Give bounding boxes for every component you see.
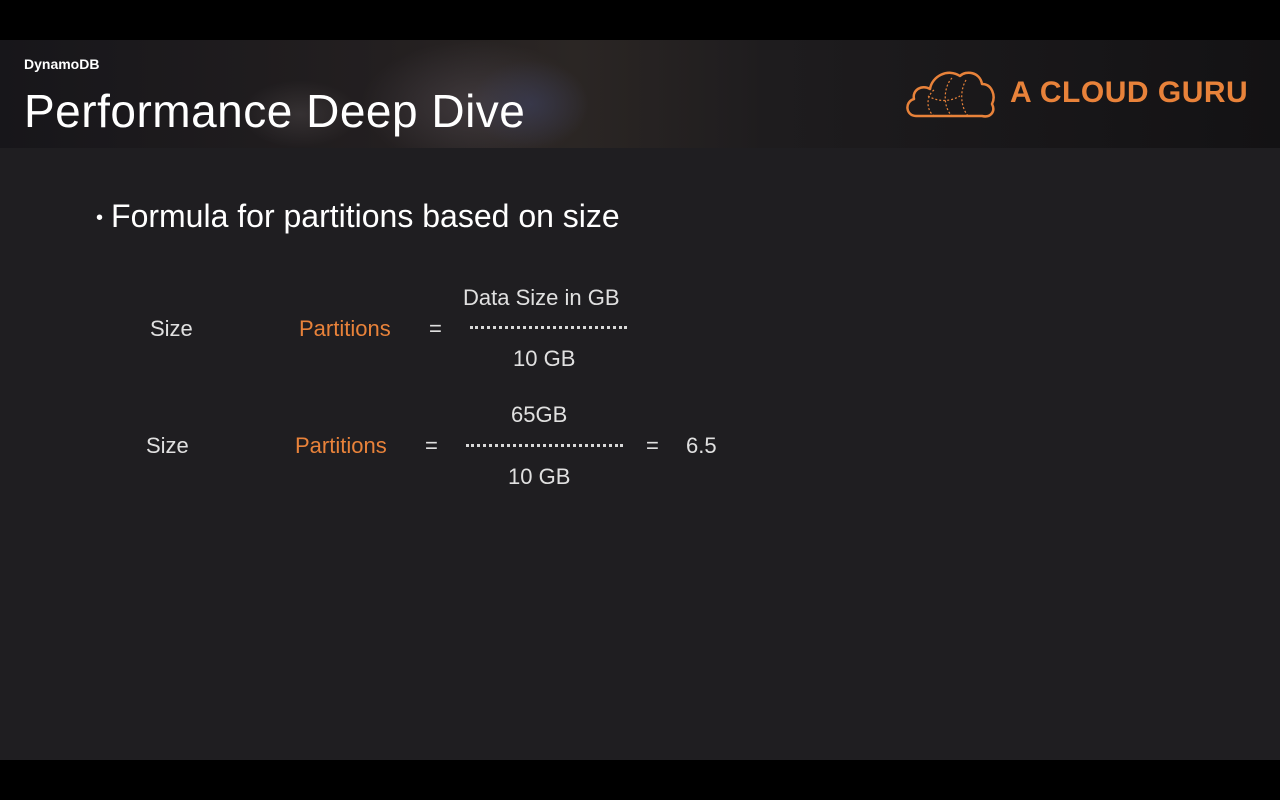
letterbox-bottom (0, 760, 1280, 800)
slide-header: DynamoDB Performance Deep Dive A CLOUD G… (0, 40, 1280, 148)
slide-subtitle: DynamoDB (24, 56, 100, 72)
slide: DynamoDB Performance Deep Dive A CLOUD G… (0, 40, 1280, 760)
formula2-result: 6.5 (686, 433, 717, 458)
bullet-dot: • (96, 207, 104, 230)
formula1-fraction-line (470, 326, 627, 329)
formula1-numerator: Data Size in GB (463, 285, 620, 310)
formula2-numerator: 65GB (511, 402, 568, 427)
cloud-icon (906, 71, 995, 118)
formula1-label: Size (150, 316, 193, 341)
formula2-fraction-line (466, 444, 623, 447)
formula2-equals-result: = (646, 433, 659, 458)
brand-logo: A CLOUD GURU (904, 66, 1248, 120)
formula1-equals: = (429, 316, 442, 341)
formula2-label: Size (146, 433, 189, 458)
formula2-denominator: 10 GB (508, 464, 571, 489)
formula2-term: Partitions (295, 433, 387, 458)
bullet-text: Formula for partitions based on size (111, 198, 620, 234)
formula1-term: Partitions (299, 316, 391, 341)
slide-title: Performance Deep Dive (24, 85, 526, 137)
brand-name: A CLOUD GURU (1010, 76, 1249, 109)
bullet-point: • Formula for partitions based on size (96, 198, 620, 235)
formula2-equals: = (425, 433, 438, 458)
formula1-denominator: 10 GB (513, 346, 576, 371)
letterbox-top (0, 0, 1280, 40)
